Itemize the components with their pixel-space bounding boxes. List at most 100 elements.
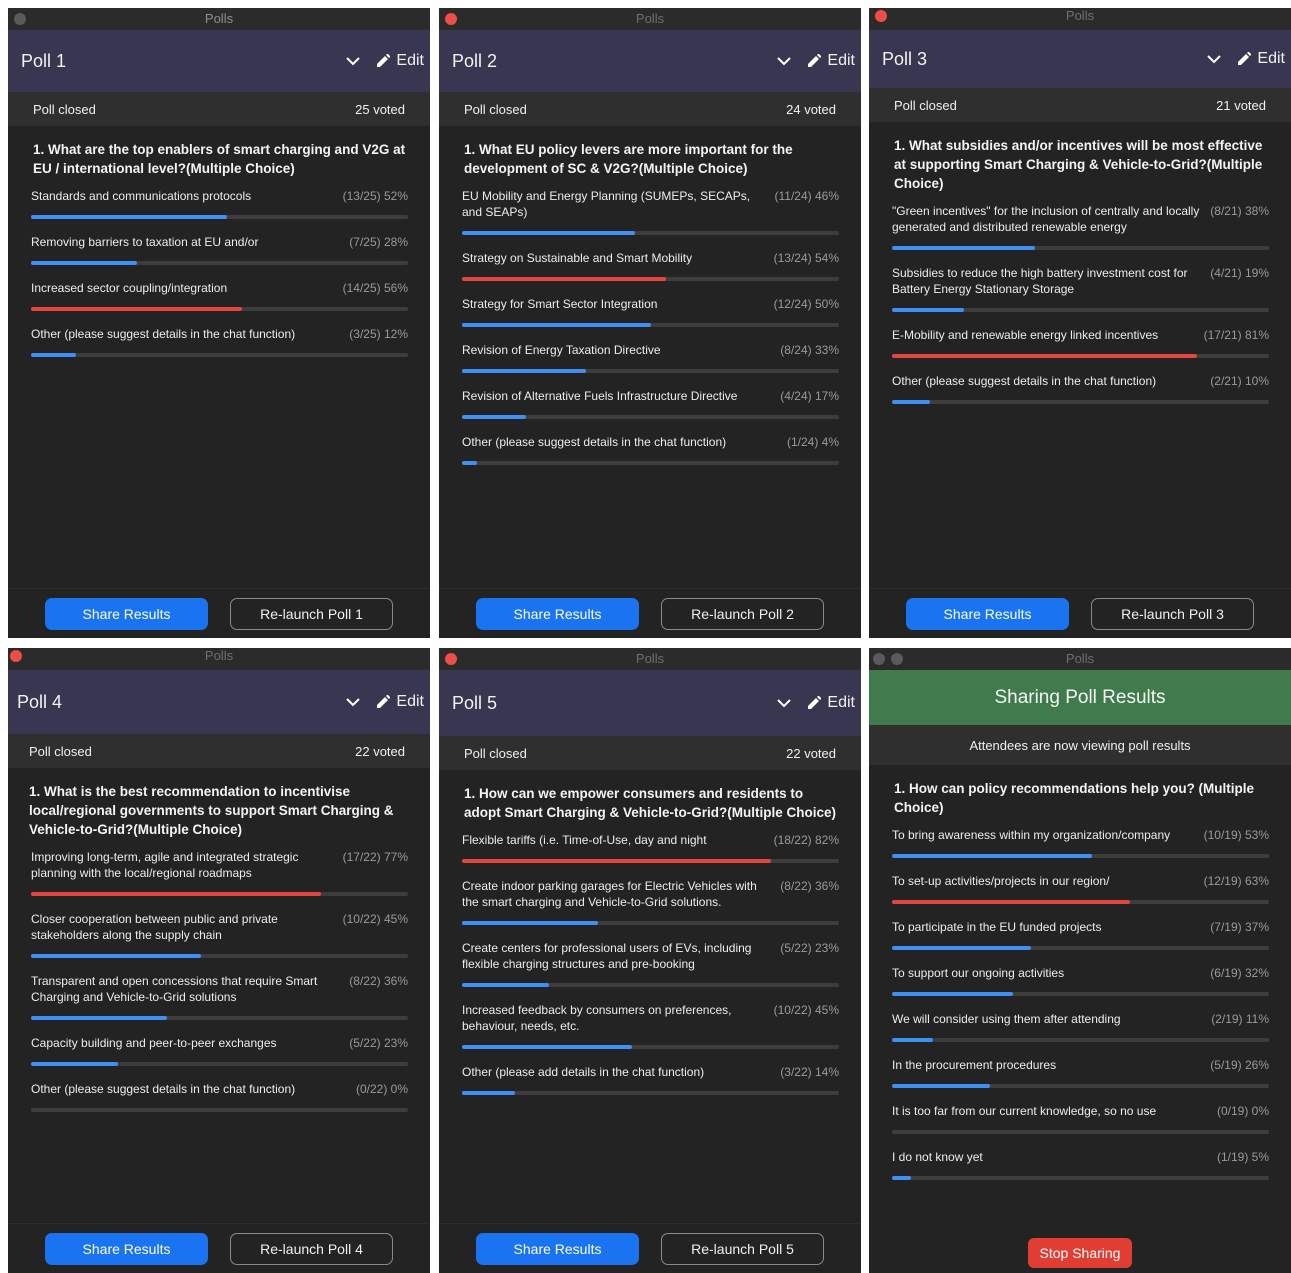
result-bar-fill: [31, 892, 322, 896]
window-close-button[interactable]: [14, 13, 26, 25]
chevron-down-icon[interactable]: [338, 46, 368, 76]
poll-status-bar: Poll closed 21 voted: [869, 88, 1291, 122]
question-text: 1. What EU policy levers are more import…: [464, 142, 793, 176]
result-bar-fill: [31, 215, 228, 219]
edit-button[interactable]: Edit: [807, 52, 855, 70]
poll-header: Poll 5 Edit: [439, 670, 861, 736]
result-bar-track: [892, 992, 1269, 996]
result-bar-track: [892, 246, 1269, 250]
option-row: E-Mobility and renewable energy linked i…: [892, 327, 1269, 343]
poll-option: In the procurement procedures (5/19) 26%: [869, 1057, 1291, 1088]
poll-status: Poll closed: [464, 101, 527, 117]
option-label: Increased feedback by consumers on prefe…: [462, 1003, 732, 1033]
share-results-button[interactable]: Share Results: [906, 597, 1069, 630]
poll-option: Other (please suggest details in the cha…: [439, 434, 861, 465]
result-bar-track: [892, 400, 1269, 404]
share-results-button[interactable]: Share Results: [45, 1232, 208, 1265]
poll-window-3: Polls Poll 3 Edit Poll closed 21 voted 1…: [869, 8, 1291, 638]
result-bar-track: [462, 1045, 839, 1049]
poll-option: EU Mobility and Energy Planning (SUMEPs,…: [439, 188, 861, 235]
window-close-button[interactable]: [873, 653, 885, 665]
option-result: (0/19) 0%: [1216, 1104, 1269, 1118]
result-bar-track: [462, 277, 839, 281]
option-result: (12/19) 63%: [1203, 874, 1269, 888]
option-result: (17/22) 77%: [342, 850, 408, 864]
poll-status: Poll closed: [33, 101, 96, 117]
relaunch-poll-button[interactable]: Re-launch Poll 2: [661, 597, 824, 630]
relaunch-poll-button[interactable]: Re-launch Poll 5: [661, 1232, 824, 1265]
edit-button[interactable]: Edit: [1237, 50, 1285, 68]
result-bar-fill: [892, 308, 964, 312]
share-results-button[interactable]: Share Results: [476, 597, 639, 630]
option-result: (10/22) 45%: [342, 912, 408, 926]
chevron-down-icon[interactable]: [769, 688, 799, 718]
option-row: Subsidies to reduce the high battery inv…: [892, 265, 1269, 297]
option-label: Other (please suggest details in the cha…: [31, 327, 296, 341]
title-bar: Polls: [869, 8, 1291, 30]
edit-label: Edit: [1257, 50, 1285, 67]
relaunch-poll-button[interactable]: Re-launch Poll 4: [230, 1232, 393, 1265]
option-label: Revision of Energy Taxation Directive: [462, 343, 661, 357]
options-list: "Green incentives" for the inclusion of …: [869, 203, 1291, 404]
relaunch-poll-button[interactable]: Re-launch Poll 1: [230, 597, 393, 630]
option-label: Create indoor parking garages for Electr…: [462, 879, 757, 909]
poll-title: Poll 3: [882, 48, 928, 69]
result-bar-fill: [462, 1045, 632, 1049]
option-row: Other (please suggest details in the cha…: [31, 326, 408, 342]
option-label: Other (please suggest details in the cha…: [462, 435, 727, 449]
option-result: (8/24) 33%: [780, 343, 839, 357]
option-result: (8/21) 38%: [1210, 204, 1269, 218]
option-result: (3/22) 14%: [780, 1065, 839, 1079]
edit-button[interactable]: Edit: [807, 694, 855, 712]
window-close-button[interactable]: [875, 10, 887, 22]
option-row: Other (please suggest details in the cha…: [462, 434, 839, 450]
edit-label: Edit: [396, 693, 424, 710]
option-row: Removing barriers to taxation at EU and/…: [31, 234, 408, 250]
option-row: In the procurement procedures (5/19) 26%: [892, 1057, 1269, 1073]
option-row: Strategy on Sustainable and Smart Mobili…: [462, 250, 839, 266]
chevron-down-icon[interactable]: [1199, 44, 1229, 74]
title-bar: Polls: [8, 648, 430, 670]
window-title: Polls: [204, 648, 234, 663]
share-results-button[interactable]: Share Results: [45, 597, 208, 630]
option-row: Create centers for professional users of…: [462, 940, 839, 972]
result-bar-track: [31, 353, 408, 357]
edit-button[interactable]: Edit: [376, 693, 424, 711]
poll-footer: Share Results Re-launch Poll 1: [8, 588, 430, 638]
option-row: Standards and communications protocols (1…: [31, 188, 408, 204]
poll-option: Subsidies to reduce the high battery inv…: [869, 265, 1291, 312]
window-close-button[interactable]: [445, 653, 457, 665]
pencil-icon: [1238, 52, 1252, 65]
option-label: Removing barriers to taxation at EU and/…: [31, 235, 259, 249]
poll-title: Poll 4: [17, 691, 63, 712]
window-close-button[interactable]: [445, 13, 457, 25]
option-result: (10/19) 53%: [1203, 828, 1269, 842]
option-row: Flexible tariffs (i.e. Time-of-Use, day …: [462, 832, 839, 848]
result-bar-track: [892, 854, 1269, 858]
poll-status-bar: Poll closed 22 voted: [8, 734, 430, 768]
chevron-down-icon[interactable]: [769, 46, 799, 76]
options-list: EU Mobility and Energy Planning (SUMEPs,…: [439, 188, 861, 465]
poll-option: Capacity building and peer-to-peer excha…: [8, 1035, 430, 1066]
chevron-down-icon[interactable]: [338, 687, 368, 717]
question-text: 1. What subsidies and/or incentives will…: [894, 138, 1263, 191]
relaunch-poll-button[interactable]: Re-launch Poll 3: [1091, 597, 1254, 630]
vote-count: 25 voted: [355, 101, 405, 117]
option-row: Improving long-term, agile and integrate…: [31, 849, 408, 881]
result-bar-track: [892, 900, 1269, 904]
result-bar-fill: [892, 946, 1032, 950]
option-row: To participate in the EU funded projects…: [892, 919, 1269, 935]
edit-button[interactable]: Edit: [376, 52, 424, 70]
poll-option: Increased sector coupling/integration (14…: [8, 280, 430, 311]
poll-header: Poll 1 Edit: [8, 30, 430, 92]
result-bar-fill: [892, 992, 1013, 996]
poll-option: To bring awareness within my organizatio…: [869, 827, 1291, 858]
option-result: (18/22) 82%: [773, 833, 839, 847]
share-results-button[interactable]: Share Results: [476, 1232, 639, 1265]
option-label: Subsidies to reduce the high battery inv…: [892, 266, 1188, 296]
window-close-button[interactable]: [10, 650, 22, 662]
result-bar-fill: [31, 353, 77, 357]
window-minimize-button[interactable]: [891, 653, 903, 665]
stop-sharing-button[interactable]: Stop Sharing: [1028, 1238, 1132, 1268]
pencil-icon: [808, 696, 822, 709]
